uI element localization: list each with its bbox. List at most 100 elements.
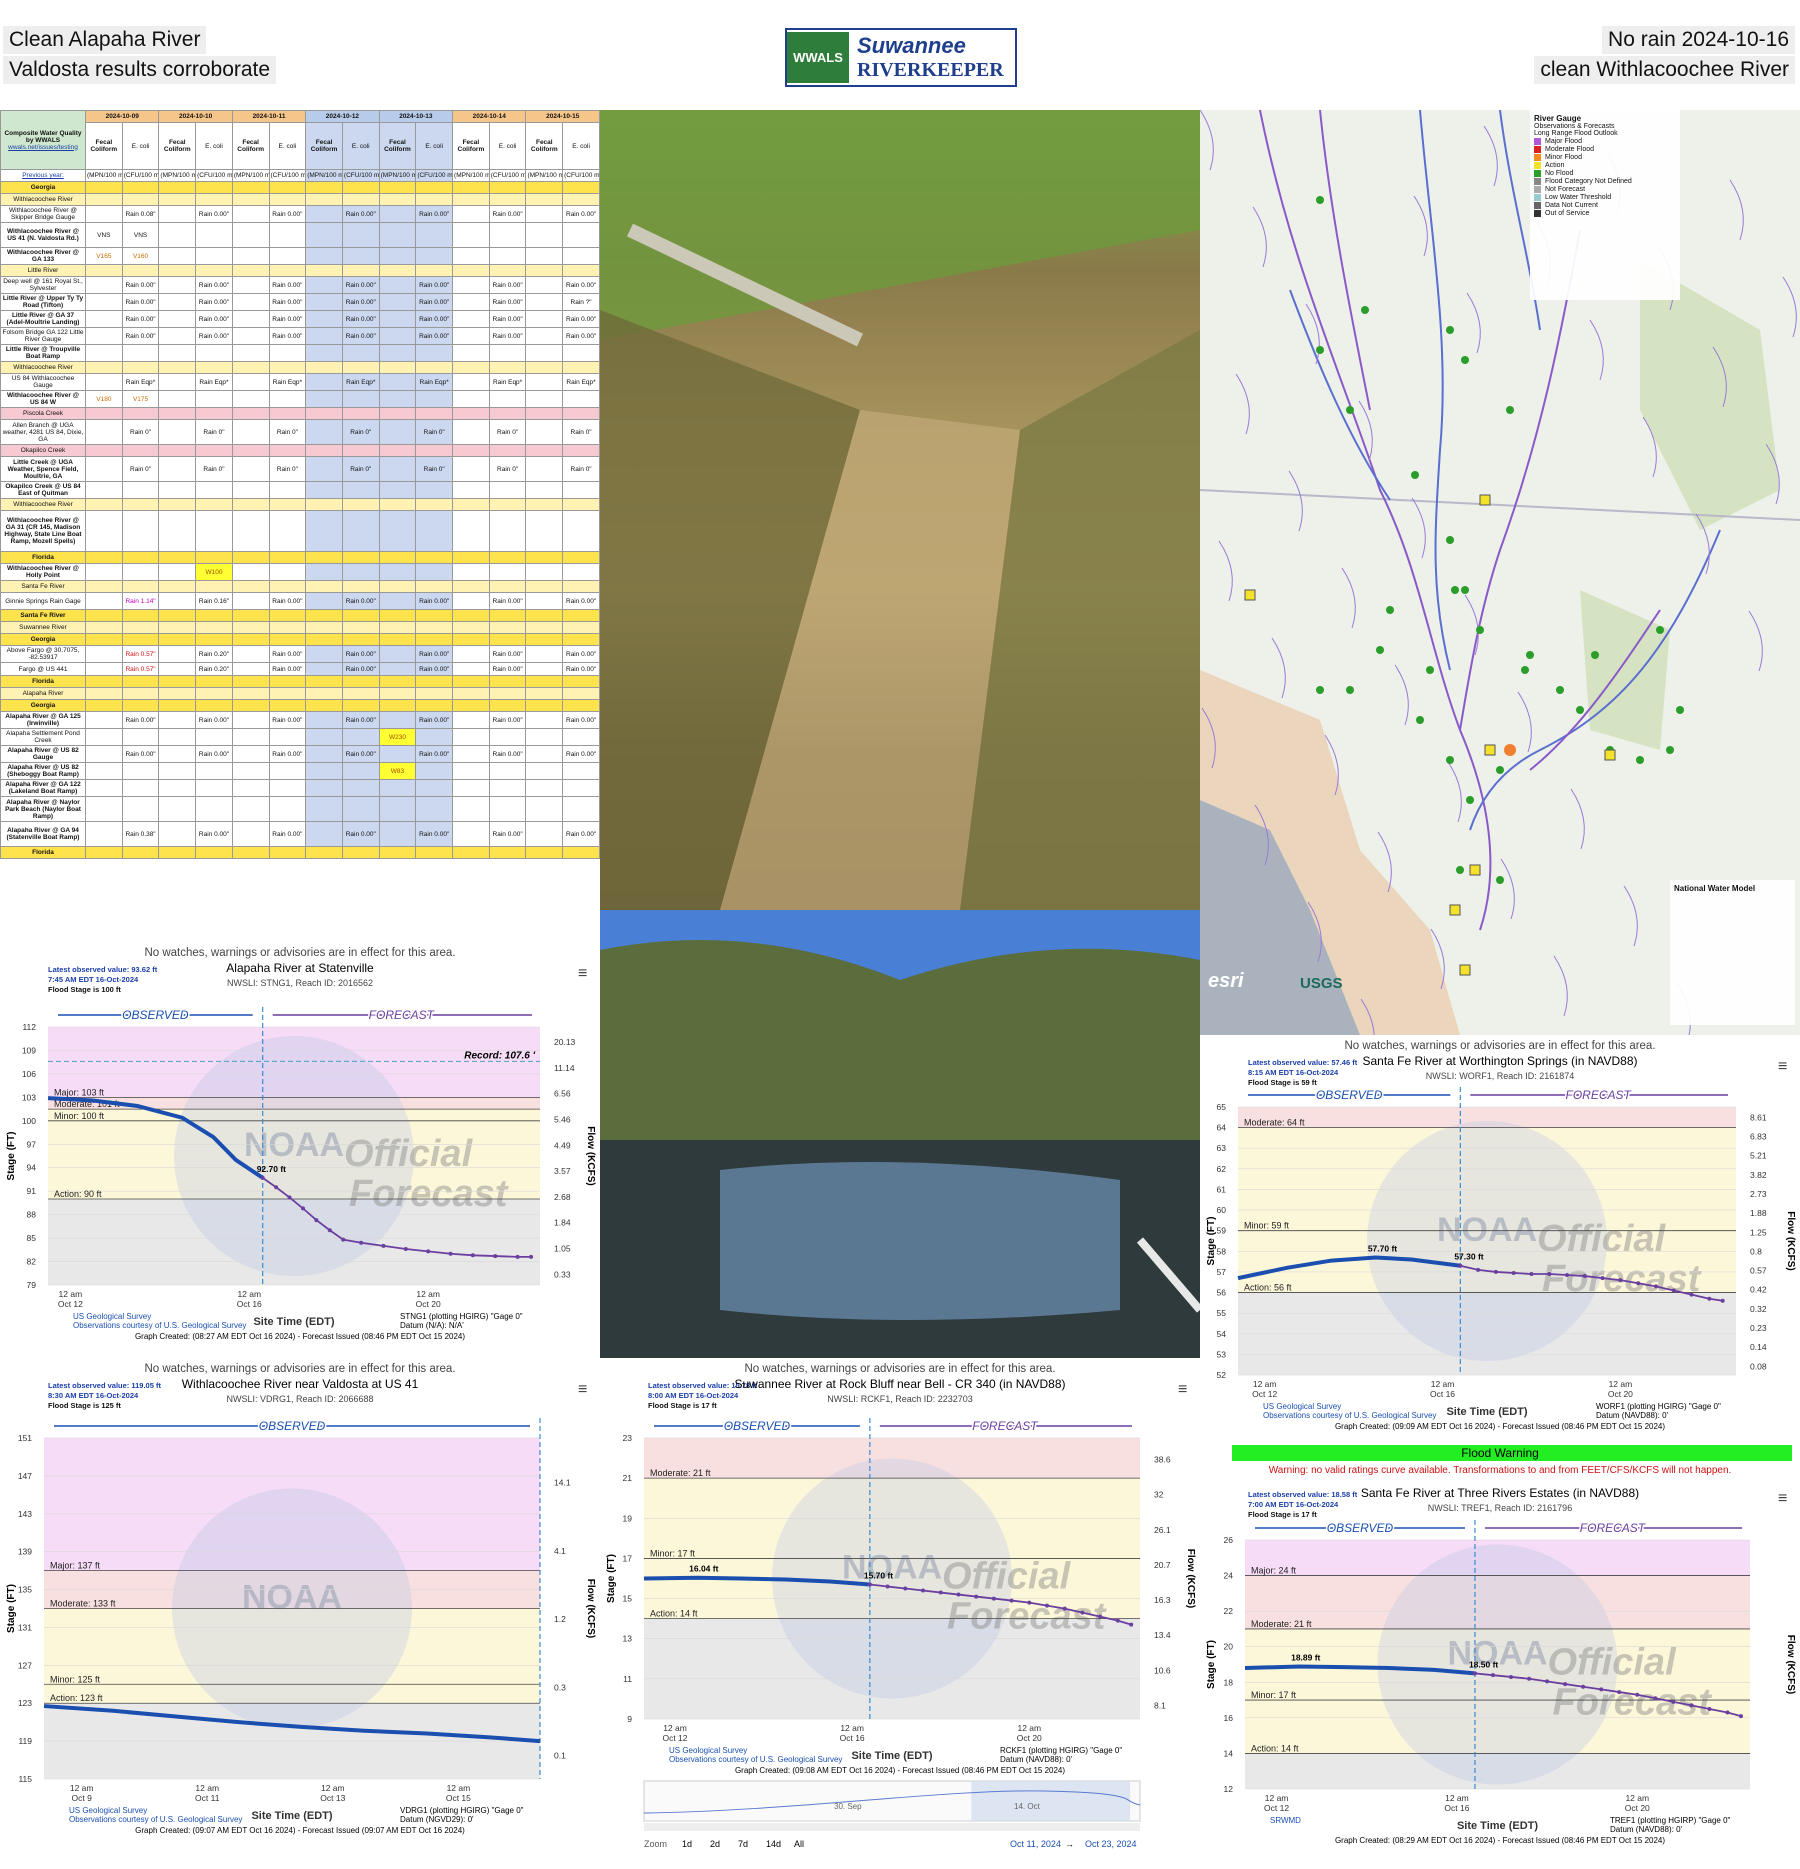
flood-stage-note: Flood Stage is 17 ft	[648, 1401, 717, 1410]
hydrograph-chart[interactable]: No watches, warnings or advisories are i…	[0, 1358, 600, 1864]
section-cell	[85, 498, 123, 511]
gauge-action-icon	[1604, 749, 1616, 761]
flood-category-label: Action: 14 ft	[650, 1609, 698, 1619]
datum-line2: Datum (NAVD88): 0'	[1610, 1825, 1683, 1834]
gauge-no-flood-icon	[1446, 536, 1454, 544]
zoom-7d-button[interactable]: 7d	[738, 1839, 748, 1849]
data-cell	[231, 481, 270, 499]
section-cell	[268, 609, 307, 622]
legend-item[interactable]: Out of Service	[1534, 210, 1676, 217]
hydrograph-svg[interactable]: No watches, warnings or advisories are i…	[1200, 1035, 1800, 1445]
x-axis-label: Site Time (EDT)	[253, 1316, 334, 1328]
y2-tick-label: 8.1	[1154, 1700, 1166, 1710]
hydrograph-svg[interactable]: No watches, warnings or advisories are i…	[0, 1358, 600, 1864]
data-cell	[452, 419, 490, 445]
flood-category-label: Major: 137 ft	[50, 1561, 101, 1571]
hydrograph-chart[interactable]: Flood Warning Warning: no valid ratings c…	[1200, 1445, 1800, 1864]
hydrograph-chart[interactable]: No watches, warnings or advisories are i…	[0, 942, 600, 1358]
gauge-no-flood-icon	[1446, 756, 1454, 764]
hamburger-menu-icon[interactable]: ≡	[578, 1381, 587, 1398]
data-cell	[158, 276, 197, 294]
current-value-label: 57.30 ft	[1454, 1252, 1483, 1262]
latest-observed-value: Latest observed value: 93.62 ft	[48, 965, 158, 974]
data-cell: Rain 0.00"	[195, 293, 233, 311]
location-label: Withlacoochee River @ GA 31 (CR 145, Mad…	[0, 510, 86, 552]
data-cell	[158, 762, 197, 780]
forecast-point	[956, 1592, 961, 1597]
data-cell	[341, 510, 380, 552]
zoom-All-button[interactable]: All	[794, 1839, 804, 1849]
data-cell	[158, 745, 197, 763]
data-cell: Rain 0.00"	[562, 711, 600, 729]
data-cell	[562, 779, 600, 797]
section-cell	[231, 444, 270, 457]
legend-item[interactable]: Minor Flood	[1534, 154, 1676, 161]
x-tick-label: Oct 11	[195, 1793, 220, 1803]
legend-item[interactable]: Flood Category Not Defined	[1534, 178, 1676, 185]
table-title: Composite Water Quality by WWALS	[4, 129, 82, 144]
logo-bottom-text: RIVERKEEPER	[857, 59, 1004, 81]
latest-observed-time: 7:45 AM EDT 16-Oct-2024	[48, 975, 139, 984]
data-cell	[415, 779, 454, 797]
section-cell	[305, 633, 343, 646]
range-from-input[interactable]: Oct 11, 2024	[1010, 1839, 1061, 1849]
zoom-1d-button[interactable]: 1d	[682, 1839, 692, 1849]
y-tick-label: 12	[1224, 1784, 1234, 1794]
previous-year-link[interactable]: Previous year:	[0, 169, 86, 182]
latest-observed-value: Latest observed value: 18.58 ft	[1248, 1490, 1358, 1499]
y-axis-label: Stage (FT)	[606, 1554, 617, 1603]
hydrograph-chart[interactable]: No watches, warnings or advisories are i…	[1200, 1035, 1800, 1445]
hydrograph-svg[interactable]: Flood Warning Warning: no valid ratings c…	[1200, 1445, 1800, 1864]
hamburger-menu-icon[interactable]: ≡	[578, 965, 587, 982]
x-tick-label: 12 am	[416, 1289, 440, 1299]
data-cell	[305, 293, 343, 311]
data-cell	[452, 344, 490, 362]
suwannee-riverkeeper-logo[interactable]: WWALS Suwannee RIVERKEEPER	[785, 28, 1017, 87]
hamburger-menu-icon[interactable]: ≡	[1778, 1058, 1787, 1075]
hydrograph-svg[interactable]: No watches, warnings or advisories are i…	[600, 1358, 1200, 1864]
unit-label: (MPN/100 mL)	[231, 169, 270, 182]
creek-photo-art	[600, 110, 1200, 910]
national-water-model-panel[interactable]: National Water Model	[1670, 880, 1795, 1025]
flood-stage-note: Flood Stage is 59 ft	[1248, 1078, 1317, 1087]
navigator-scrollbar[interactable]	[644, 1823, 1140, 1831]
legend-item[interactable]: Major Flood	[1534, 138, 1676, 145]
section-cell	[452, 580, 490, 593]
forecast-point	[448, 1251, 453, 1256]
data-cell	[85, 745, 123, 763]
legend-option-observations[interactable]: Observations & Forecasts	[1534, 123, 1676, 130]
table-row: Piscola Creek	[0, 407, 600, 420]
advisory-status: No watches, warnings or advisories are i…	[144, 1363, 455, 1375]
river-gauge-map[interactable]: River Gauge Observations & Forecasts Lon…	[1200, 110, 1800, 1035]
section-cell	[562, 193, 600, 206]
hamburger-menu-icon[interactable]: ≡	[1778, 1490, 1787, 1507]
legend-item[interactable]: No Flood	[1534, 170, 1676, 177]
data-cell	[488, 390, 527, 408]
section-cell	[231, 633, 270, 646]
map-legend[interactable]: River Gauge Observations & Forecasts Lon…	[1530, 110, 1680, 300]
y-axis-label: Stage (FT)	[6, 1132, 17, 1181]
forecast-point	[300, 1206, 305, 1211]
section-cell	[341, 264, 380, 277]
table-row: Georgia	[0, 699, 600, 712]
zoom-2d-button[interactable]: 2d	[710, 1839, 720, 1849]
section-cell	[305, 621, 343, 634]
data-cell: V160	[121, 247, 160, 265]
hydrograph-svg[interactable]: No watches, warnings or advisories are i…	[0, 942, 600, 1358]
legend-item[interactable]: Moderate Flood	[1534, 146, 1676, 153]
section-cell	[562, 580, 600, 593]
hydrograph-chart[interactable]: No watches, warnings or advisories are i…	[600, 1358, 1200, 1864]
legend-option-long-range[interactable]: Long Range Flood Outlook	[1534, 130, 1676, 137]
legend-item[interactable]: Low Water Threshold	[1534, 194, 1676, 201]
hamburger-menu-icon[interactable]: ≡	[1178, 1381, 1187, 1398]
legend-item[interactable]: Data Not Current	[1534, 202, 1676, 209]
data-cell: Rain 0.00"	[195, 205, 233, 223]
x-tick-label: 12 am	[59, 1289, 83, 1299]
data-cell	[488, 796, 527, 822]
range-navigator-selection[interactable]	[971, 1781, 1131, 1821]
legend-item[interactable]: Action	[1534, 162, 1676, 169]
range-to-input[interactable]: Oct 23, 2024	[1085, 1839, 1137, 1849]
zoom-14d-button[interactable]: 14d	[766, 1839, 781, 1849]
legend-item[interactable]: Not Forecast	[1534, 186, 1676, 193]
table-link[interactable]: wwals.net/issues/testing	[2, 144, 84, 151]
